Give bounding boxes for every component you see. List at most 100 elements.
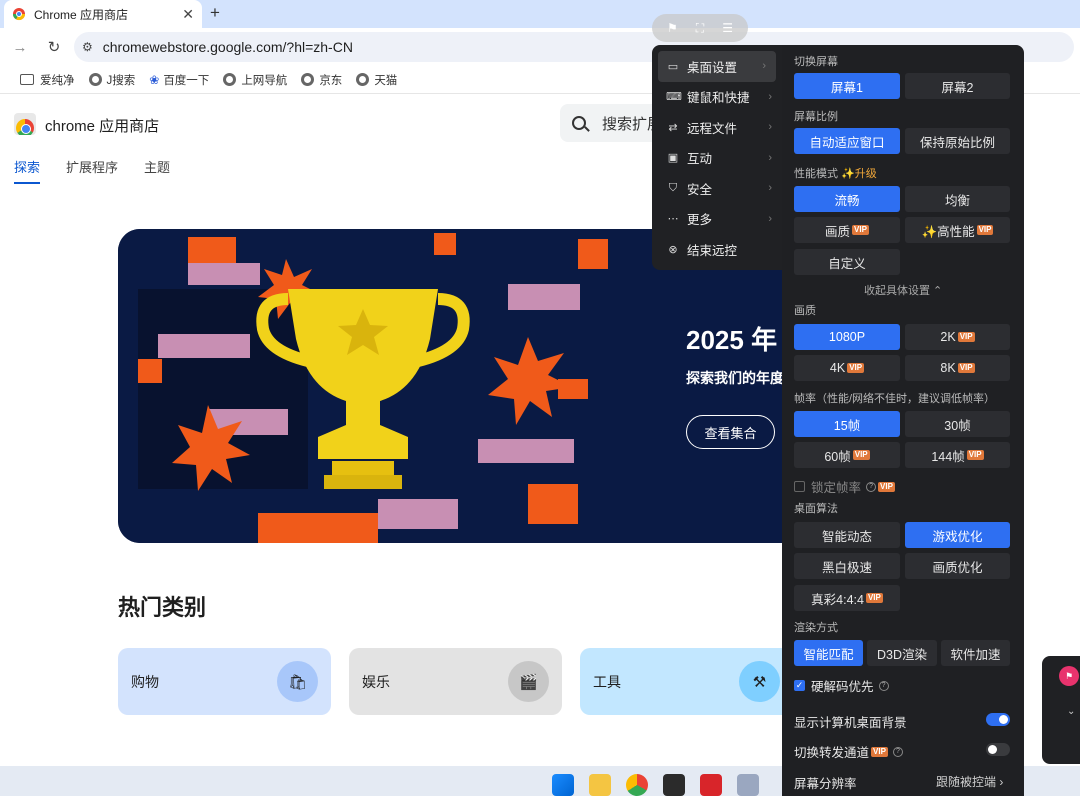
- bw-fast-button[interactable]: 黑白极速: [794, 553, 900, 579]
- menu-security[interactable]: ⛉ 安全 ›: [652, 173, 782, 204]
- globe-icon: [88, 73, 102, 86]
- algorithm-label: 桌面算法: [794, 503, 838, 515]
- 4k-button[interactable]: 4K VIP: [794, 355, 900, 381]
- file-transfer-icon: ⇄: [668, 121, 678, 134]
- menu-label: 桌面设置: [687, 60, 738, 75]
- d3d-render-button[interactable]: D3D渲染: [867, 640, 937, 666]
- bookmark-item[interactable]: 天猫: [356, 72, 397, 88]
- button-label: 60帧: [824, 449, 851, 464]
- 30fps-button[interactable]: 30帧: [905, 411, 1010, 437]
- close-tab-icon[interactable]: ✕: [182, 6, 194, 23]
- baidu-paw-icon: ❀: [149, 72, 160, 87]
- browser-tab[interactable]: Chrome 应用商店 ✕: [4, 0, 202, 28]
- new-tab-button[interactable]: +: [210, 3, 220, 23]
- site-info-icon[interactable]: ⚙: [82, 40, 93, 54]
- tab-explore[interactable]: 探索: [14, 157, 41, 184]
- menu-desktop-settings[interactable]: ▭ 桌面设置 ›: [658, 51, 776, 82]
- bookmark-label: J搜索: [106, 74, 136, 87]
- screen2-button[interactable]: 屏幕2: [905, 73, 1010, 99]
- tab-strip: Chrome 应用商店 ✕ +: [0, 0, 1080, 28]
- tab-themes[interactable]: 主题: [144, 157, 170, 184]
- custom-button[interactable]: 自定义: [794, 249, 900, 275]
- checkbox-icon: [794, 481, 805, 492]
- quality-mode-button[interactable]: 画质 VIP: [794, 217, 900, 243]
- chevron-right-icon: ›: [768, 121, 772, 134]
- menu-keyboard-mouse[interactable]: ⌨ 键鼠和快捷 ›: [652, 82, 782, 113]
- bookmark-folder[interactable]: 爱纯净: [20, 72, 75, 88]
- file-explorer-icon[interactable]: [589, 774, 611, 796]
- quality-optimize-button[interactable]: 画质优化: [905, 553, 1010, 579]
- category-tools[interactable]: 工具 ⚒: [580, 648, 793, 715]
- category-entertainment[interactable]: 娱乐 🎬: [349, 648, 562, 715]
- chevron-down-icon[interactable]: ⌄: [1067, 706, 1075, 717]
- 1080p-button[interactable]: 1080P: [794, 324, 900, 350]
- button-label: 144帧: [931, 449, 965, 464]
- bookmark-label: 爱纯净: [40, 74, 75, 87]
- menu-interact[interactable]: ▣ 互动 ›: [652, 143, 782, 174]
- more-icon: ⋯: [667, 213, 679, 226]
- tab-extensions[interactable]: 扩展程序: [66, 157, 118, 184]
- help-icon[interactable]: ?: [878, 680, 889, 691]
- clapperboard-icon: 🎬: [508, 661, 549, 702]
- forward-icon[interactable]: →: [10, 39, 30, 56]
- upgrade-link[interactable]: ✨升级: [841, 168, 877, 180]
- flag-icon[interactable]: ⚑: [1059, 666, 1079, 686]
- globe-icon: [356, 73, 370, 86]
- high-performance-button[interactable]: ✨高性能 VIP: [905, 217, 1010, 243]
- 60fps-button[interactable]: 60帧 VIP: [794, 442, 900, 468]
- hero-subtitle: 探索我们的年度: [686, 370, 784, 386]
- ratio-label: 屏幕比例: [794, 111, 838, 123]
- collapse-settings-link[interactable]: 收起具体设置 ⌃: [864, 282, 942, 298]
- chrome-icon[interactable]: [626, 774, 648, 796]
- flag-icon[interactable]: ⚑: [667, 21, 678, 35]
- bookmark-item[interactable]: J搜索: [88, 72, 136, 88]
- chrome-store-logo-icon[interactable]: [14, 113, 36, 135]
- side-floating-widget[interactable]: ⚑ ⌄: [1042, 656, 1080, 764]
- menu-end-remote[interactable]: ⊗ 结束远控: [652, 234, 782, 265]
- view-collection-button[interactable]: 查看集合: [686, 415, 775, 449]
- smart-match-button[interactable]: 智能匹配: [794, 640, 863, 666]
- bookmark-item[interactable]: ❀ 百度一下: [149, 72, 209, 88]
- bookmark-item[interactable]: 京东: [301, 72, 342, 88]
- 15fps-button[interactable]: 15帧: [794, 411, 900, 437]
- globe-icon: [301, 73, 315, 86]
- 2k-button[interactable]: 2K VIP: [905, 324, 1010, 350]
- category-shopping[interactable]: 购物 🛍: [118, 648, 331, 715]
- resolution-select[interactable]: 跟随被控端 ›: [936, 773, 1003, 790]
- keep-ratio-button[interactable]: 保持原始比例: [905, 128, 1010, 154]
- reload-icon[interactable]: ↻: [44, 38, 64, 56]
- 8k-button[interactable]: 8K VIP: [905, 355, 1010, 381]
- help-icon[interactable]: ?: [866, 481, 877, 492]
- show-desktop-bg-toggle[interactable]: [986, 713, 1010, 726]
- wps-icon[interactable]: [700, 774, 722, 796]
- balanced-button[interactable]: 均衡: [905, 186, 1010, 212]
- button-label: 画质: [825, 224, 851, 239]
- hw-decode-checkbox[interactable]: ✓ 硬解码优先?: [794, 676, 889, 695]
- bookmark-item[interactable]: 上网导航: [223, 72, 287, 88]
- game-optimize-button[interactable]: 游戏优化: [905, 522, 1010, 548]
- interact-icon: ▣: [667, 152, 679, 165]
- true-color-button[interactable]: 真彩4:4:4 VIP: [794, 585, 900, 611]
- 144fps-button[interactable]: 144帧 VIP: [905, 442, 1010, 468]
- menu-icon[interactable]: ☰: [722, 21, 733, 35]
- lock-framerate-checkbox[interactable]: 锁定帧率? VIP: [794, 477, 895, 496]
- store-name[interactable]: chrome 应用商店: [45, 115, 159, 136]
- relay-channel-toggle[interactable]: [986, 743, 1010, 756]
- screen1-button[interactable]: 屏幕1: [794, 73, 900, 99]
- fullscreen-icon[interactable]: ⛶: [696, 21, 704, 36]
- help-icon[interactable]: ?: [892, 746, 903, 757]
- terminal-icon[interactable]: [663, 774, 685, 796]
- menu-label: 更多: [687, 213, 713, 228]
- windows-start-icon[interactable]: [552, 774, 574, 796]
- network-app-icon[interactable]: [737, 774, 759, 796]
- menu-remote-files[interactable]: ⇄ 远程文件 ›: [652, 112, 782, 143]
- checkbox-label: 锁定帧率: [811, 481, 862, 495]
- smart-dynamic-button[interactable]: 智能动态: [794, 522, 900, 548]
- auto-fit-button[interactable]: 自动适应窗口: [794, 128, 900, 154]
- vip-badge: VIP: [957, 363, 975, 373]
- smooth-button[interactable]: 流畅: [794, 186, 900, 212]
- chevron-right-icon: ›: [768, 90, 772, 103]
- software-accel-button[interactable]: 软件加速: [941, 640, 1010, 666]
- menu-more[interactable]: ⋯ 更多 ›: [652, 204, 782, 235]
- chrome-store-favicon-icon: [12, 8, 25, 21]
